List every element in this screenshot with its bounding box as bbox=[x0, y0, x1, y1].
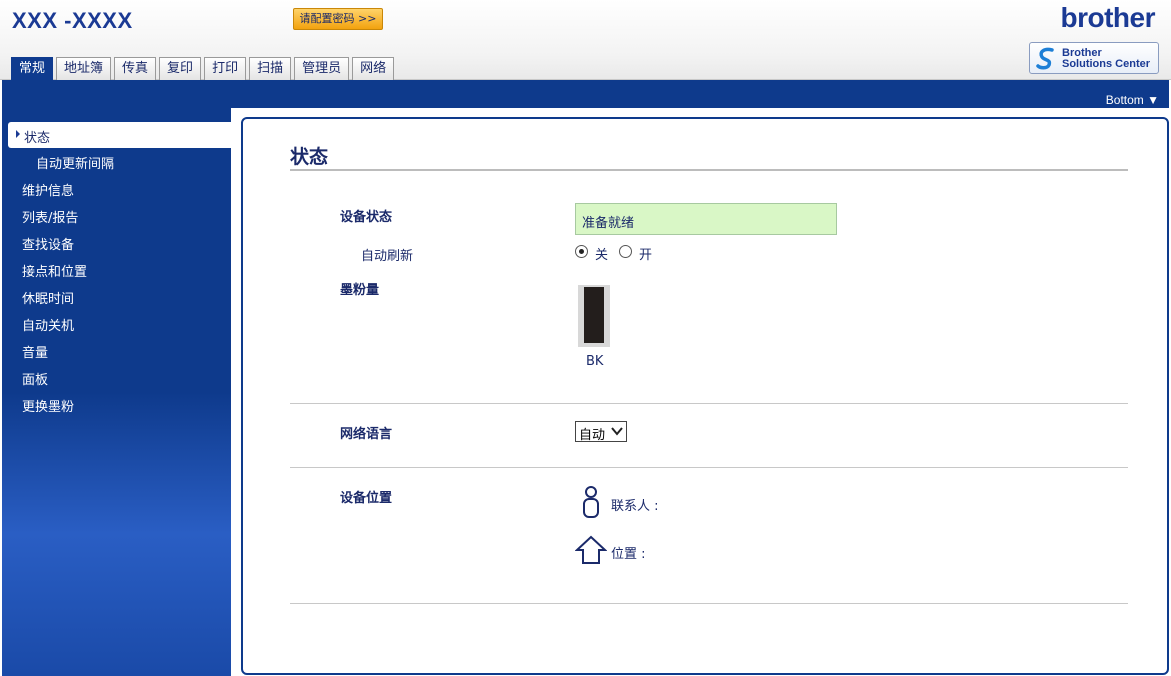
sidebar-item-contact-location[interactable]: 接点和位置 bbox=[22, 261, 87, 280]
auto-refresh-off-label: 关 bbox=[595, 248, 609, 263]
toner-level-fill bbox=[584, 287, 604, 343]
device-status-value: 准备就绪 bbox=[575, 203, 837, 235]
section-divider bbox=[290, 603, 1128, 604]
sidebar-item-replace-toner[interactable]: 更换墨粉 bbox=[22, 396, 74, 415]
header: XXX -XXXX 请配置密码 >> brother Brother Solut… bbox=[0, 0, 1171, 81]
auto-refresh-on-label: 开 bbox=[639, 248, 653, 263]
sidebar-item-lists-reports[interactable]: 列表/报告 bbox=[22, 207, 78, 226]
sidebar-item-auto-power-off[interactable]: 自动关机 bbox=[22, 315, 74, 334]
sidebar-item-find-device[interactable]: 查找设备 bbox=[22, 234, 74, 253]
configure-password-button[interactable]: 请配置密码 >> bbox=[293, 8, 383, 30]
tab-fax[interactable]: 传真 bbox=[114, 57, 157, 80]
toner-color-label: BK bbox=[586, 354, 604, 369]
tab-copy[interactable]: 复印 bbox=[159, 57, 202, 80]
sidebar-item-volume[interactable]: 音量 bbox=[22, 342, 48, 361]
sidebar-item-maintenance-info[interactable]: 维护信息 bbox=[22, 180, 74, 199]
page-title: 状态 bbox=[290, 146, 329, 168]
tab-general[interactable]: 常规 bbox=[11, 57, 54, 81]
section-divider bbox=[290, 467, 1128, 468]
auto-refresh-off-radio[interactable] bbox=[575, 245, 588, 258]
contact-person-icon bbox=[583, 486, 599, 518]
contact-label: 联系人 : bbox=[611, 499, 659, 514]
solutions-center-button[interactable]: Brother Solutions Center bbox=[1029, 42, 1159, 74]
auto-refresh-label: 自动刷新 bbox=[361, 249, 414, 264]
chevron-down-icon bbox=[611, 427, 623, 436]
bottom-link[interactable]: Bottom ▼ bbox=[1106, 93, 1159, 107]
title-divider bbox=[290, 169, 1128, 171]
solutions-center-label-2: Solutions Center bbox=[1062, 58, 1151, 70]
web-language-value: 自动 bbox=[579, 428, 606, 443]
sidebar-item-panel[interactable]: 面板 bbox=[22, 369, 48, 388]
web-language-label: 网络语言 bbox=[340, 427, 393, 442]
location-home-icon bbox=[575, 535, 607, 564]
content-panel bbox=[241, 117, 1169, 675]
main-tabs: 常规 地址簿 传真 复印 打印 扫描 管理员 网络 bbox=[11, 57, 395, 81]
top-band bbox=[2, 80, 1169, 108]
device-location-label: 设备位置 bbox=[340, 491, 393, 506]
active-arrow-icon bbox=[16, 130, 20, 138]
web-language-select[interactable]: 自动 bbox=[575, 421, 627, 443]
location-label: 位置 : bbox=[611, 547, 646, 562]
tab-network[interactable]: 网络 bbox=[352, 57, 395, 80]
toner-level-label: 墨粉量 bbox=[340, 283, 380, 298]
sidebar-item-sleep-time[interactable]: 休眠时间 bbox=[22, 288, 74, 307]
section-divider bbox=[290, 403, 1128, 404]
tab-scan[interactable]: 扫描 bbox=[249, 57, 292, 80]
tab-print[interactable]: 打印 bbox=[204, 57, 247, 80]
device-status-label: 设备状态 bbox=[340, 210, 393, 225]
auto-refresh-on-radio[interactable] bbox=[619, 245, 632, 258]
brother-logo: brother bbox=[1060, 2, 1156, 33]
sidebar-item-label: 状态 bbox=[24, 131, 51, 146]
sidebar-item-status[interactable]: 状态 bbox=[8, 122, 231, 148]
model-name: XXX -XXXX bbox=[12, 8, 133, 33]
solutions-center-icon bbox=[1036, 47, 1054, 70]
sidebar-item-auto-refresh-interval[interactable]: 自动更新间隔 bbox=[36, 153, 114, 172]
tab-address-book[interactable]: 地址簿 bbox=[56, 57, 112, 80]
tab-administrator[interactable]: 管理员 bbox=[294, 57, 350, 80]
